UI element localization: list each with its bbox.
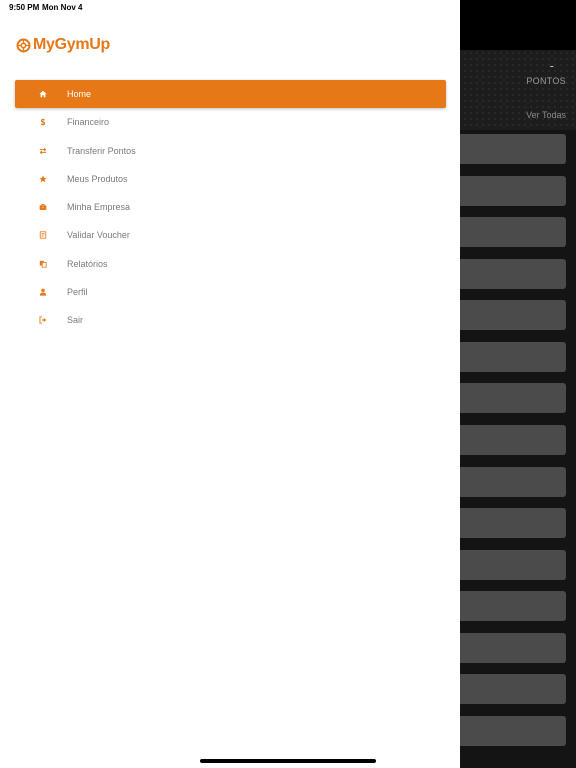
menu-item-label: Meus Produtos xyxy=(67,173,128,184)
sign-out-icon xyxy=(37,314,49,326)
background-card[interactable] xyxy=(455,300,566,330)
status-date: Mon Nov 4 xyxy=(42,3,83,12)
copy-icon xyxy=(37,258,49,270)
status-bar: 9:50 PM Mon Nov 4 xyxy=(0,0,460,16)
background-card[interactable] xyxy=(455,176,566,206)
home-indicator[interactable] xyxy=(200,759,376,763)
home-icon xyxy=(37,88,49,100)
background-card[interactable] xyxy=(455,716,566,746)
background-card[interactable] xyxy=(455,633,566,663)
menu-item-financeiro[interactable]: Financeiro xyxy=(15,108,446,136)
points-label: PONTOS xyxy=(526,76,566,86)
menu-item-label: Financeiro xyxy=(67,117,110,128)
status-time: 9:50 PM xyxy=(9,3,40,12)
menu-item-minha-empresa[interactable]: Minha Empresa xyxy=(15,193,446,221)
background-card[interactable] xyxy=(455,425,566,455)
menu-item-sair[interactable]: Sair xyxy=(15,306,446,334)
brand-name: MyGymUp xyxy=(33,36,111,53)
logo-mark-icon xyxy=(16,38,31,52)
user-icon xyxy=(37,286,49,298)
menu-item-perfil[interactable]: Perfil xyxy=(15,278,446,306)
star-icon xyxy=(37,173,49,185)
menu-item-meus-produtos[interactable]: Meus Produtos xyxy=(15,165,446,193)
transfer-arrows-icon xyxy=(37,145,49,157)
menu-item-transferir-pontos[interactable]: Transferir Pontos xyxy=(15,137,446,165)
background-card[interactable] xyxy=(455,467,566,497)
navigation-drawer: MyGymUp Home Financeiro Transferir Ponto… xyxy=(0,0,460,768)
menu-item-label: Perfil xyxy=(67,287,88,298)
menu-item-label: Home xyxy=(67,89,92,99)
menu-item-validar-voucher[interactable]: Validar Voucher xyxy=(15,221,446,249)
menu-item-label: Minha Empresa xyxy=(67,202,131,213)
menu-item-label: Relatórios xyxy=(67,258,108,269)
background-card[interactable] xyxy=(455,342,566,372)
see-all-link[interactable]: Ver Todas xyxy=(526,110,566,120)
menu-item-relatorios[interactable]: Relatórios xyxy=(15,250,446,278)
points-value: - xyxy=(549,58,554,73)
background-card[interactable] xyxy=(455,217,566,247)
background-card[interactable] xyxy=(455,550,566,580)
background-card[interactable] xyxy=(455,674,566,704)
background-card[interactable] xyxy=(455,259,566,289)
background-card[interactable] xyxy=(455,591,566,621)
menu-item-home[interactable]: Home xyxy=(15,80,446,108)
voucher-icon xyxy=(37,229,49,241)
brand-logo: MyGymUp xyxy=(16,34,110,56)
dollar-icon xyxy=(37,116,49,128)
menu-item-label: Transferir Pontos xyxy=(67,145,136,156)
background-card[interactable] xyxy=(455,134,566,164)
drawer-menu: Home Financeiro Transferir Pontos Meus P… xyxy=(15,80,446,335)
menu-item-label: Validar Voucher xyxy=(67,230,130,241)
briefcase-icon xyxy=(37,201,49,213)
background-card[interactable] xyxy=(455,508,566,538)
menu-item-label: Sair xyxy=(67,315,84,326)
background-card[interactable] xyxy=(455,383,566,413)
